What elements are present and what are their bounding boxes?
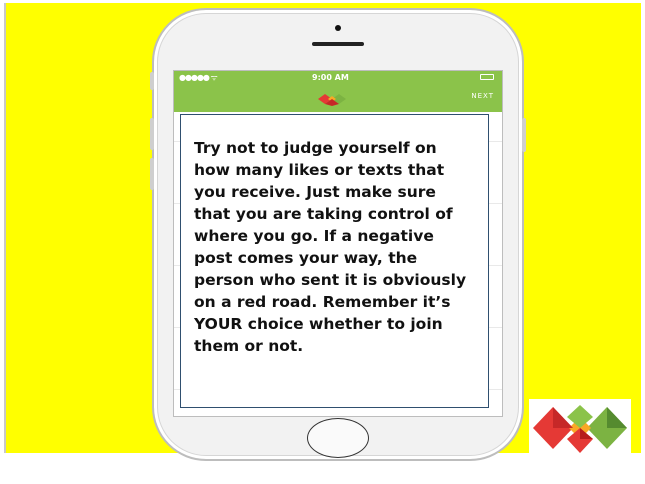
status-time: 9:00 AM xyxy=(312,73,349,82)
phone-power-button xyxy=(522,118,526,152)
nav-bar: NEXT xyxy=(174,85,502,112)
phone-volume-up-button xyxy=(150,118,154,150)
logo-icon xyxy=(318,94,346,106)
next-button[interactable]: NEXT xyxy=(471,92,494,100)
signal-wifi-icon: ●●●●● ᯤ xyxy=(179,73,218,82)
brand-logo-icon xyxy=(529,399,631,457)
phone-volume-down-button xyxy=(150,158,154,190)
home-button[interactable] xyxy=(307,418,369,458)
message-text: Try not to judge yourself on how many li… xyxy=(194,139,467,355)
phone-side-button-top xyxy=(150,72,154,90)
earpiece-speaker xyxy=(312,42,364,46)
front-camera xyxy=(335,25,341,31)
battery-icon xyxy=(480,74,494,80)
status-bar: ●●●●● ᯤ 9:00 AM xyxy=(174,71,502,85)
message-card: Try not to judge yourself on how many li… xyxy=(180,114,489,408)
